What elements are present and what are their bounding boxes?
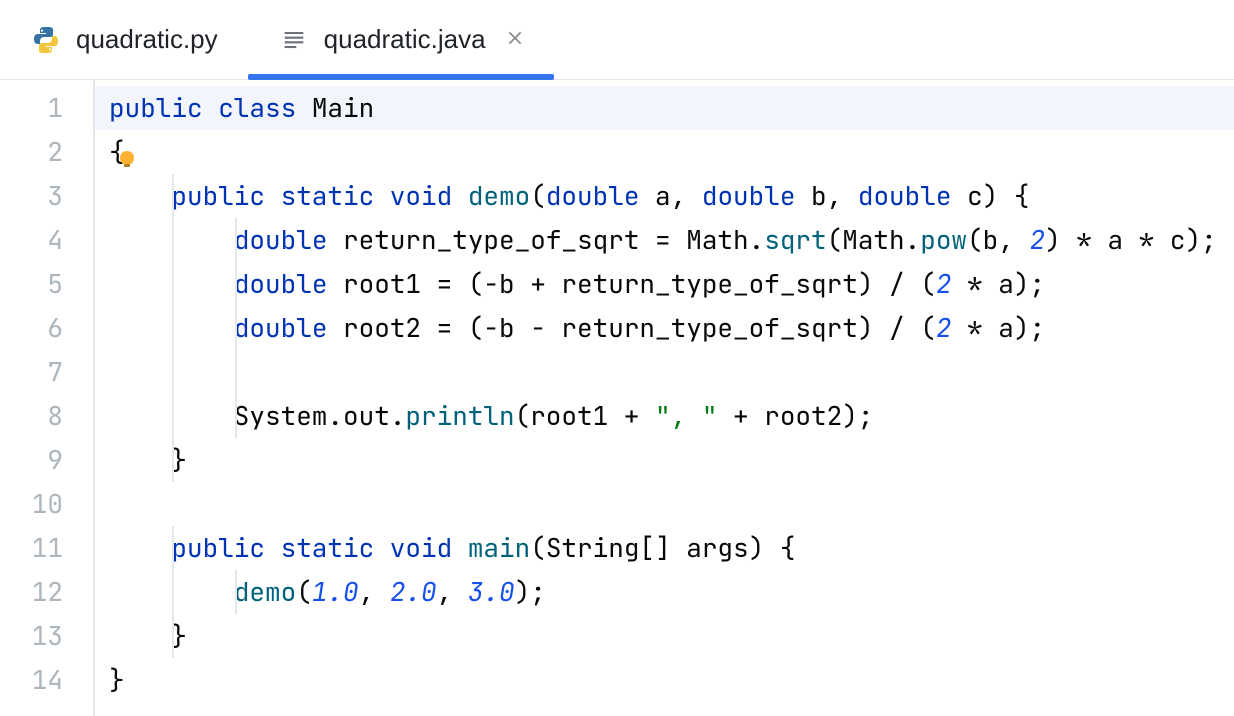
code-text: public static void demo(double a, double… [109, 178, 1029, 213]
line-number[interactable]: 2 [0, 130, 93, 174]
code-line[interactable]: public static void demo(double a, double… [95, 174, 1234, 218]
indent-guide [172, 526, 174, 570]
line-number[interactable]: 6 [0, 306, 93, 350]
file-icon [278, 24, 310, 56]
line-number[interactable]: 11 [0, 526, 93, 570]
editor: 1234567891011121314 public class Main{ p… [0, 80, 1234, 716]
indent-guide [172, 350, 174, 394]
indent-guide [172, 218, 174, 262]
code-text: demo(1.0, 2.0, 3.0); [109, 574, 546, 609]
code-area[interactable]: public class Main { public static void de… [95, 80, 1234, 716]
line-number[interactable]: 1 [0, 86, 93, 130]
code-text: double root2 = (-b - return_type_of_sqrt… [109, 310, 1045, 345]
close-icon[interactable] [506, 27, 524, 53]
tab-label: quadratic.py [76, 24, 218, 55]
code-line[interactable]: double root1 = (-b + return_type_of_sqrt… [95, 262, 1234, 306]
line-number[interactable]: 8 [0, 394, 93, 438]
code-line[interactable] [95, 350, 1234, 394]
tab-label: quadratic.java [324, 24, 486, 55]
code-text: } [109, 442, 187, 477]
line-number[interactable]: 9 [0, 438, 93, 482]
line-number[interactable]: 4 [0, 218, 93, 262]
code-line[interactable]: System.out.println(root1 + ", " + root2)… [95, 394, 1234, 438]
gutter: 1234567891011121314 [0, 80, 95, 716]
code-line[interactable]: } [95, 614, 1234, 658]
indent-guide [172, 262, 174, 306]
indent-guide [235, 306, 237, 350]
indent-guide [172, 614, 174, 658]
code-line[interactable]: } [95, 658, 1234, 702]
code-text: } [109, 662, 125, 697]
python-icon [30, 24, 62, 56]
code-line[interactable]: demo(1.0, 2.0, 3.0); [95, 570, 1234, 614]
line-number[interactable]: 14 [0, 658, 93, 702]
indent-guide [172, 570, 174, 614]
indent-guide [172, 306, 174, 350]
indent-guide [172, 174, 174, 218]
code-text: } [109, 618, 187, 653]
code-text: double return_type_of_sqrt = Math.sqrt(M… [109, 222, 1217, 257]
lightbulb-icon[interactable] [115, 140, 139, 164]
code-line[interactable] [95, 482, 1234, 526]
code-text: System.out.println(root1 + ", " + root2)… [109, 398, 873, 433]
code-text: double root1 = (-b + return_type_of_sqrt… [109, 266, 1045, 301]
code-text: public class Main [109, 90, 374, 125]
indent-guide [235, 570, 237, 614]
code-line[interactable]: public class Main [95, 86, 1234, 130]
tab-bar: quadratic.py quadratic.java [0, 0, 1234, 80]
code-line[interactable]: double root2 = (-b - return_type_of_sqrt… [95, 306, 1234, 350]
code-text: public static void main(String[] args) { [109, 530, 795, 565]
code-line[interactable]: double return_type_of_sqrt = Math.sqrt(M… [95, 218, 1234, 262]
indent-guide [172, 394, 174, 438]
tab-quadratic-py[interactable]: quadratic.py [0, 0, 248, 79]
line-number[interactable]: 12 [0, 570, 93, 614]
indent-guide [235, 394, 237, 438]
line-number[interactable]: 5 [0, 262, 93, 306]
line-number[interactable]: 10 [0, 482, 93, 526]
indent-guide [235, 262, 237, 306]
line-number[interactable]: 3 [0, 174, 93, 218]
indent-guide [172, 438, 174, 482]
line-number[interactable]: 7 [0, 350, 93, 394]
tab-quadratic-java[interactable]: quadratic.java [248, 0, 554, 79]
indent-guide [235, 218, 237, 262]
line-number[interactable]: 13 [0, 614, 93, 658]
code-line[interactable]: } [95, 438, 1234, 482]
code-line[interactable]: public static void main(String[] args) { [95, 526, 1234, 570]
code-line[interactable]: { [95, 130, 1234, 174]
indent-guide [235, 350, 237, 394]
